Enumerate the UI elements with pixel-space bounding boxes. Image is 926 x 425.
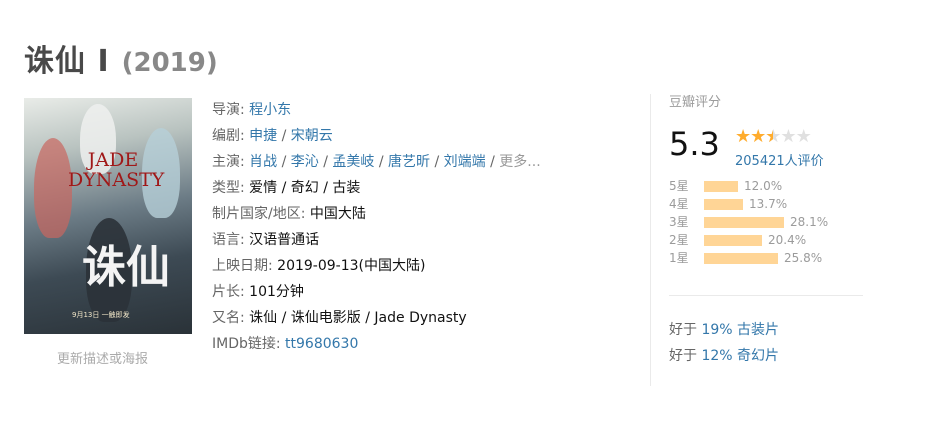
release-value: 2019-09-13(中国大陆) bbox=[277, 258, 426, 274]
aka-value: 诛仙 / 诛仙电影版 / Jade Dynasty bbox=[249, 310, 467, 326]
rating-dist-label: 2星 bbox=[669, 233, 689, 247]
writer-link[interactable]: 宋朝云 bbox=[291, 128, 333, 144]
region-value: 中国大陆 bbox=[309, 206, 366, 222]
cast-row: 主演: 肖战 / 李沁 / 孟美岐 / 唐艺昕 / 刘端端 / 更多... bbox=[212, 149, 541, 175]
runtime-label: 片长: bbox=[212, 284, 245, 300]
aka-row: 又名: 诛仙 / 诛仙电影版 / Jade Dynasty bbox=[212, 305, 541, 331]
director-row: 导演: 程小东 bbox=[212, 97, 541, 123]
rating-dist-bar bbox=[704, 181, 738, 192]
better-than-link[interactable]: 12% 奇幻片 bbox=[701, 348, 779, 364]
director-label: 导演: bbox=[212, 102, 245, 118]
rating-dist-bar bbox=[704, 253, 778, 264]
page-title: 诛仙 Ⅰ (2019) bbox=[24, 36, 218, 79]
imdb-link[interactable]: tt9680630 bbox=[285, 336, 358, 352]
rating-stars: ★★★ ★★ bbox=[735, 126, 812, 147]
genre-row: 类型: 爱情 / 奇幻 / 古装 bbox=[212, 175, 541, 201]
star-empty-icon: ★ bbox=[795, 126, 812, 147]
cast-link[interactable]: 李沁 bbox=[291, 154, 319, 170]
rating-dist-label: 5星 bbox=[669, 179, 689, 193]
poster-title-text: JADE DYNASTY bbox=[68, 149, 165, 191]
writer-link[interactable]: 申捷 bbox=[249, 128, 277, 144]
cast-link[interactable]: 唐艺昕 bbox=[388, 154, 430, 170]
column-divider bbox=[650, 94, 651, 386]
rating-score: 5.3 bbox=[669, 125, 720, 163]
rating-dist-percent: 13.7% bbox=[749, 197, 788, 211]
movie-poster[interactable]: JADE DYNASTY 诛仙 9月13日 一触即发 bbox=[24, 98, 192, 334]
rating-dist-row: 1星 25.8% bbox=[669, 249, 864, 267]
rating-dist-percent: 12.0% bbox=[744, 179, 783, 193]
rating-label: 豆瓣评分 bbox=[669, 95, 722, 110]
score-row: 5.3 ★★★★★ 205421人评价 bbox=[669, 123, 864, 171]
language-value: 汉语普通话 bbox=[249, 232, 320, 248]
runtime-row: 片长: 101分钟 bbox=[212, 279, 541, 305]
rating-dist-bar bbox=[704, 199, 743, 210]
rating-dist-row: 5星 12.0% bbox=[669, 177, 864, 195]
rating-dist-bar bbox=[704, 235, 762, 246]
star-empty-icon: ★ bbox=[780, 126, 796, 147]
rating-dist-row: 4星 13.7% bbox=[669, 195, 864, 213]
better-than-prefix: 好于 bbox=[669, 322, 697, 338]
cast-link[interactable]: 刘端端 bbox=[444, 154, 486, 170]
rating-dist-label: 1星 bbox=[669, 251, 689, 265]
better-than-section: 好于 19% 古装片 好于 12% 奇幻片 bbox=[669, 317, 779, 369]
writer-label: 编剧: bbox=[212, 128, 245, 144]
genre-label: 类型: bbox=[212, 180, 245, 196]
separator: / bbox=[430, 154, 444, 170]
rating-dist-percent: 28.1% bbox=[790, 215, 829, 229]
update-poster-link[interactable]: 更新描述或海报 bbox=[57, 348, 148, 367]
poster-figure-left bbox=[34, 138, 72, 238]
region-row: 制片国家/地区: 中国大陆 bbox=[212, 201, 541, 227]
release-row: 上映日期: 2019-09-13(中国大陆) bbox=[212, 253, 541, 279]
movie-title: 诛仙 Ⅰ bbox=[24, 44, 110, 79]
rating-dist-row: 3星 28.1% bbox=[669, 213, 864, 231]
star-full-icon: ★ bbox=[735, 126, 751, 147]
cast-label: 主演: bbox=[212, 154, 245, 170]
poster-calligraphy: 诛仙 bbox=[82, 242, 170, 293]
aka-label: 又名: bbox=[212, 310, 245, 326]
imdb-row: IMDb链接: tt9680630 bbox=[212, 331, 541, 357]
imdb-label: IMDb链接: bbox=[212, 336, 281, 352]
rating-distribution: 5星 12.0% 4星 13.7% 3星 28.1% 2星 20.4% 1星 25.8% bbox=[669, 177, 864, 267]
writer-row: 编剧: 申捷 / 宋朝云 bbox=[212, 123, 541, 149]
rating-dist-percent: 20.4% bbox=[768, 233, 807, 247]
genre-value: 爱情 / 奇幻 / 古装 bbox=[249, 180, 361, 196]
separator: / bbox=[277, 154, 291, 170]
cast-more-link[interactable]: 更多... bbox=[499, 154, 540, 170]
rating-dist-label: 3星 bbox=[669, 215, 689, 229]
rating-dist-label: 4星 bbox=[669, 197, 689, 211]
better-than-prefix: 好于 bbox=[669, 348, 697, 364]
separator: / bbox=[485, 154, 500, 170]
better-than-row: 好于 19% 古装片 bbox=[669, 317, 779, 343]
poster-date: 9月13日 一触即发 bbox=[72, 311, 130, 319]
rating-dist-percent: 25.8% bbox=[784, 251, 823, 265]
rating-panel: 豆瓣评分 5.3 ★★★★★ 205421人评价 5星12.0%4星13.7%3… bbox=[669, 93, 864, 267]
cast-link[interactable]: 肖战 bbox=[249, 154, 277, 170]
language-label: 语言: bbox=[212, 232, 245, 248]
region-label: 制片国家/地区: bbox=[212, 206, 306, 222]
runtime-value: 101分钟 bbox=[249, 284, 304, 300]
star-half-icon: ★ bbox=[765, 126, 781, 147]
separator: / bbox=[374, 154, 389, 170]
rating-divider bbox=[669, 295, 863, 296]
cast-link[interactable]: 孟美岐 bbox=[332, 154, 374, 170]
movie-year: (2019) bbox=[121, 48, 218, 78]
rating-dist-row: 2星 20.4% bbox=[669, 231, 864, 249]
movie-info: 导演: 程小东 编剧: 申捷 / 宋朝云 主演: 肖战 / 李沁 / 孟美岐 /… bbox=[212, 97, 541, 357]
better-than-row: 好于 12% 奇幻片 bbox=[669, 343, 779, 369]
language-row: 语言: 汉语普通话 bbox=[212, 227, 541, 253]
separator: / bbox=[318, 154, 333, 170]
separator: / bbox=[277, 128, 291, 144]
director-link[interactable]: 程小东 bbox=[249, 102, 291, 118]
release-label: 上映日期: bbox=[212, 258, 273, 274]
rating-votes-link[interactable]: 205421人评价 bbox=[735, 150, 824, 169]
rating-dist-bar bbox=[704, 217, 784, 228]
better-than-link[interactable]: 19% 古装片 bbox=[701, 322, 779, 338]
star-full-icon: ★ bbox=[750, 126, 766, 147]
